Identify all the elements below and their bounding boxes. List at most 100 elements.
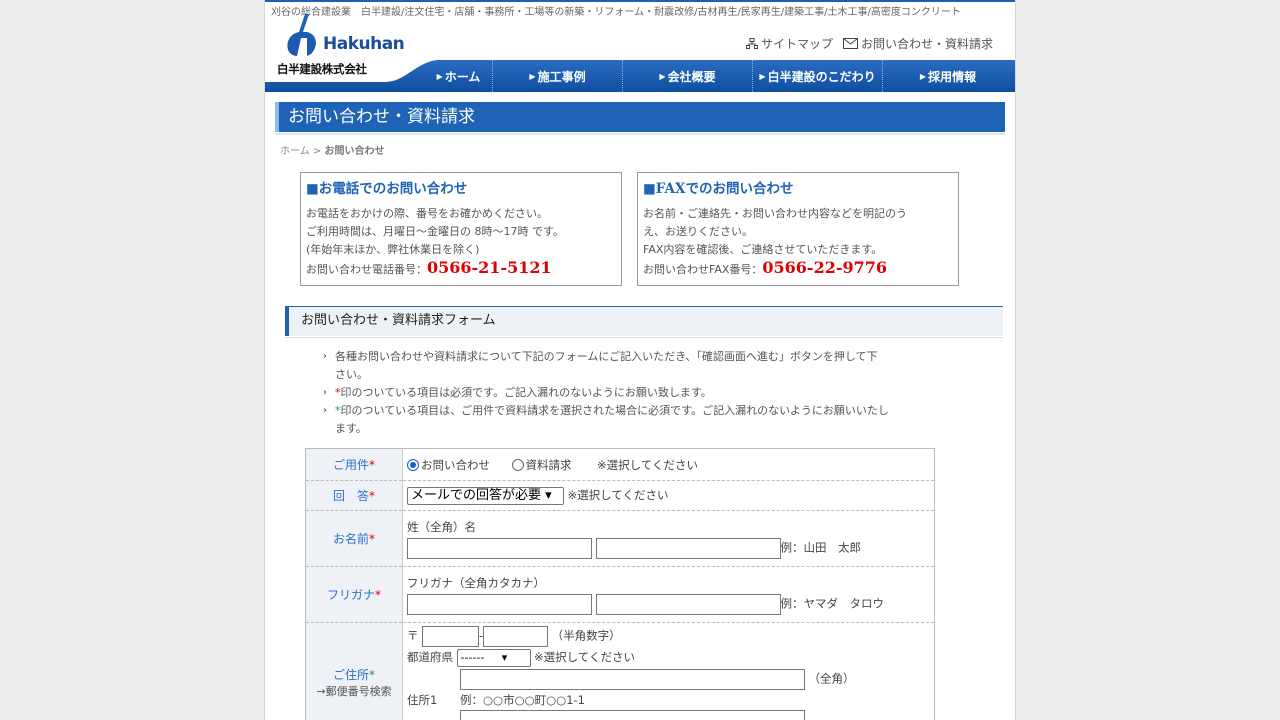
fax-number-row: お問い合わせFAX番号：0566-22-9776 xyxy=(643,259,953,279)
phone-contact-box: ■お電話でのお問い合わせ お電話をおかけの際、番号をお確かめください。 ご利用時… xyxy=(300,172,622,286)
zip-mark: 〒 xyxy=(407,628,419,643)
zip-code-1-input[interactable] xyxy=(422,626,479,647)
phone-number-label: お問い合わせ電話番号： xyxy=(306,263,427,276)
contact-link[interactable]: お問い合わせ・資料請求 xyxy=(842,35,993,52)
zip-search-link[interactable]: →郵便番号検索 xyxy=(316,685,391,698)
field-label: お名前* xyxy=(305,510,403,567)
note-text: さい。 xyxy=(335,368,368,381)
form-row-kaitou: 回 答* メールでの回答が必要 ▾ ※選択してください xyxy=(305,480,935,511)
fax-box-line1: お名前・ご連絡先・お問い合わせ内容などを明記のう xyxy=(643,207,907,220)
note-item: › *印のついている項目は必須です。ご記入漏れのないようにお願い致します。 xyxy=(323,384,943,402)
triangle-right-icon: ▶ xyxy=(529,71,536,81)
first-name-kana-input[interactable] xyxy=(595,593,781,615)
arrow-right-icon: › xyxy=(323,387,327,398)
radio-unchecked-icon xyxy=(511,458,524,471)
last-name-kana-input[interactable] xyxy=(407,593,592,615)
nav-recruit[interactable]: ▶ 採用情報 xyxy=(883,60,1013,92)
address1-label: 住所1 xyxy=(407,693,438,707)
arrow-right-icon: › xyxy=(323,351,327,362)
page-title: お問い合わせ・資料請求 xyxy=(275,102,1005,132)
fax-number-label: お問い合わせFAX番号： xyxy=(643,263,763,276)
field-hint: ※選択してください xyxy=(597,457,698,472)
note-text: 各種お問い合わせや資料請求について下記のフォームにご記入いただき、「確認画面へ進… xyxy=(335,350,878,363)
triangle-right-icon: ▶ xyxy=(759,71,766,81)
phone-box-line2: ご利用時間は、月曜日～金曜日の 8時～17時 です。 xyxy=(306,225,564,238)
triangle-right-icon: ▶ xyxy=(659,71,666,81)
nav-home[interactable]: ▶ ホーム xyxy=(425,60,493,92)
nav-company[interactable]: ▶ 会社概要 xyxy=(623,60,753,92)
prefecture-select[interactable]: ------ ▾ xyxy=(456,649,531,667)
field-example: 例：ヤマダ タロウ xyxy=(780,596,885,610)
breadcrumb-separator: > xyxy=(309,146,325,157)
breadcrumb-home[interactable]: ホーム xyxy=(280,146,310,157)
prefecture-label: 都道府県 xyxy=(407,650,453,664)
field-label: ご住所* →郵便番号検索 xyxy=(305,622,403,720)
field-label: 回 答* xyxy=(305,480,403,511)
note-text: ます。 xyxy=(335,422,367,435)
note-item: › *印のついている項目は、ご用件で資料請求を選択された場合に必須です。ご記入漏れ… xyxy=(323,402,943,438)
form-row-address: ご住所* →郵便番号検索 〒 - （半角数字） 都道府県 ------ ▾ ※選… xyxy=(305,622,935,720)
form-row-name: お名前* 姓（全角）名 例：山田 太郎 xyxy=(305,510,935,567)
triangle-right-icon: ▶ xyxy=(436,71,443,81)
title-underline xyxy=(275,133,1005,135)
fax-box-line2: え、お送りください。 xyxy=(643,225,753,238)
nav-commitment[interactable]: ▶ 白半建設のこだわり xyxy=(753,60,883,92)
breadcrumb: ホーム > お問い合わせ xyxy=(280,142,384,157)
first-name-input[interactable] xyxy=(595,537,781,559)
address1-input[interactable] xyxy=(460,710,805,720)
company-logo[interactable]: Hakuhan 白半建設株式会社 xyxy=(275,14,405,76)
top-accent-line xyxy=(265,0,1015,2)
radio-inquiry[interactable]: お問い合わせ xyxy=(407,458,490,472)
page-container: 刈谷の総合建設業 白半建設/注文住宅・店舗・事務所・工場等の新築・リフォーム・耐… xyxy=(264,0,1016,720)
phone-number-row: お問い合わせ電話番号：0566-21-5121 xyxy=(306,259,616,279)
form-row-furigana: フリガナ* フリガナ（全角カタカナ） 例：ヤマダ タロウ xyxy=(305,566,935,623)
logo-wordmark: Hakuhan xyxy=(323,34,405,54)
address-full-input[interactable] xyxy=(460,669,805,690)
answer-method-select[interactable]: メールでの回答が必要 ▾ xyxy=(407,486,564,505)
nav-label: 採用情報 xyxy=(928,69,977,84)
field-example: 例：○○市○○町○○1-1 xyxy=(460,693,585,707)
field-example: 例：山田 太郎 xyxy=(780,540,862,554)
field-label: ご用件* xyxy=(305,448,403,481)
sitemap-label: サイトマップ xyxy=(760,37,833,51)
fax-contact-box: ■FAXでのお問い合わせ お名前・ご連絡先・お問い合わせ内容などを明記のう え、… xyxy=(637,172,959,286)
last-name-input[interactable] xyxy=(407,537,592,559)
fax-box-line3: FAX内容を確認後、ご連絡させていただきます。 xyxy=(643,243,883,256)
nav-label: 会社概要 xyxy=(667,69,716,84)
note-text: 印のついている項目は必須です。ご記入漏れのないようにお願い致します。 xyxy=(340,386,712,399)
note-text: 印のついている項目は、ご用件で資料請求を選択された場合に必須です。ご記入漏れのな… xyxy=(340,404,889,417)
phone-box-title: ■お電話でのお問い合わせ xyxy=(306,181,468,197)
radio-request[interactable]: 資料請求 xyxy=(511,458,572,472)
zip-code-2-input[interactable] xyxy=(483,626,549,647)
field-caption: 姓（全角）名 xyxy=(407,519,476,534)
fax-box-title: ■FAXでのお問い合わせ xyxy=(643,181,794,197)
field-hint: ※選択してください xyxy=(534,650,635,664)
sitemap-link[interactable]: サイトマップ xyxy=(745,35,833,52)
form-row-youken: ご用件* お問い合わせ 資料請求 ※選択してください xyxy=(305,448,935,481)
arrow-right-icon: › xyxy=(323,405,327,416)
contact-form: ご用件* お問い合わせ 資料請求 ※選択してください 回 答* メールでの回答が… xyxy=(305,448,935,720)
field-label: フリガナ* xyxy=(305,566,403,623)
phone-box-line1: お電話をおかけの際、番号をお確かめください。 xyxy=(306,207,548,220)
phone-number: 0566-21-5121 xyxy=(427,258,552,277)
field-caption: フリガナ（全角カタカナ） xyxy=(407,575,545,590)
nav-works[interactable]: ▶ 施工事例 xyxy=(493,60,623,92)
nav-label: 白半建設のこだわり xyxy=(767,69,876,84)
contact-label: お問い合わせ・資料請求 xyxy=(860,37,993,51)
breadcrumb-current: お問い合わせ xyxy=(324,146,385,157)
triangle-right-icon: ▶ xyxy=(919,71,927,81)
mail-icon xyxy=(842,38,858,49)
main-nav: ▶ ホーム ▶ 施工事例 ▶ 会社概要 ▶ 白半建設のこだわり ▶ 採用情報 xyxy=(425,60,1015,92)
phone-box-line3: (年始年末ほか、弊社休業日を除く) xyxy=(306,243,480,256)
form-notes: › 各種お問い合わせや資料請求について下記のフォームにご記入いただき、「確認画面へ… xyxy=(323,348,943,438)
sitemap-icon xyxy=(745,38,758,49)
radio-checked-icon xyxy=(407,458,419,471)
field-hint: （全角） xyxy=(808,671,855,686)
field-hint: ※選択してください xyxy=(567,487,669,502)
field-hint: （半角数字） xyxy=(551,628,621,643)
nav-label: 施工事例 xyxy=(537,69,586,84)
note-item: › 各種お問い合わせや資料請求について下記のフォームにご記入いただき、「確認画面へ… xyxy=(323,348,943,384)
fax-number: 0566-22-9776 xyxy=(762,258,887,277)
hakuhan-logo-icon xyxy=(287,14,316,56)
form-section-title: お問い合わせ・資料請求フォーム xyxy=(285,306,1003,336)
